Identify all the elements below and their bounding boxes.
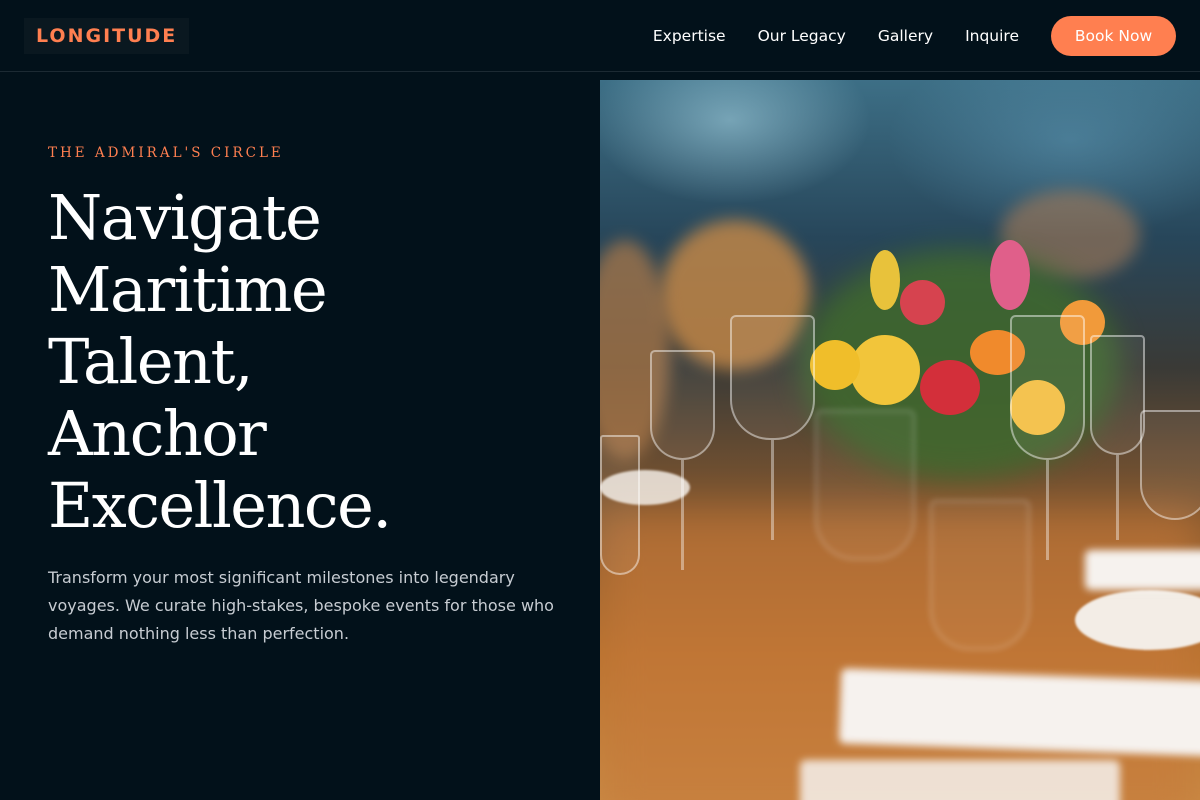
nav-link-gallery[interactable]: Gallery <box>878 27 933 45</box>
hero-banquet-table-image <box>600 80 1200 800</box>
nav-link-our-legacy[interactable]: Our Legacy <box>758 27 846 45</box>
headline-line: Navigate <box>48 181 322 254</box>
nav-link-expertise[interactable]: Expertise <box>653 27 726 45</box>
hero-headline: Navigate Maritime Talent, Anchor Excelle… <box>48 182 568 542</box>
headline-line: Talent, <box>48 325 254 398</box>
headline-line: Maritime <box>48 253 328 326</box>
brand-logo[interactable]: LONGITUDE <box>24 18 190 54</box>
main-nav: Expertise Our Legacy Gallery Inquire Boo… <box>653 16 1176 56</box>
book-now-button[interactable]: Book Now <box>1051 16 1176 56</box>
hero-description: Transform your most significant mileston… <box>48 568 554 643</box>
site-header: LONGITUDE Expertise Our Legacy Gallery I… <box>0 0 1200 72</box>
nav-link-inquire[interactable]: Inquire <box>965 27 1019 45</box>
hero-eyebrow: THE ADMIRAL'S CIRCLE <box>48 145 284 161</box>
headline-line: Anchor <box>48 397 267 470</box>
headline-line: Excellence. <box>48 469 392 542</box>
